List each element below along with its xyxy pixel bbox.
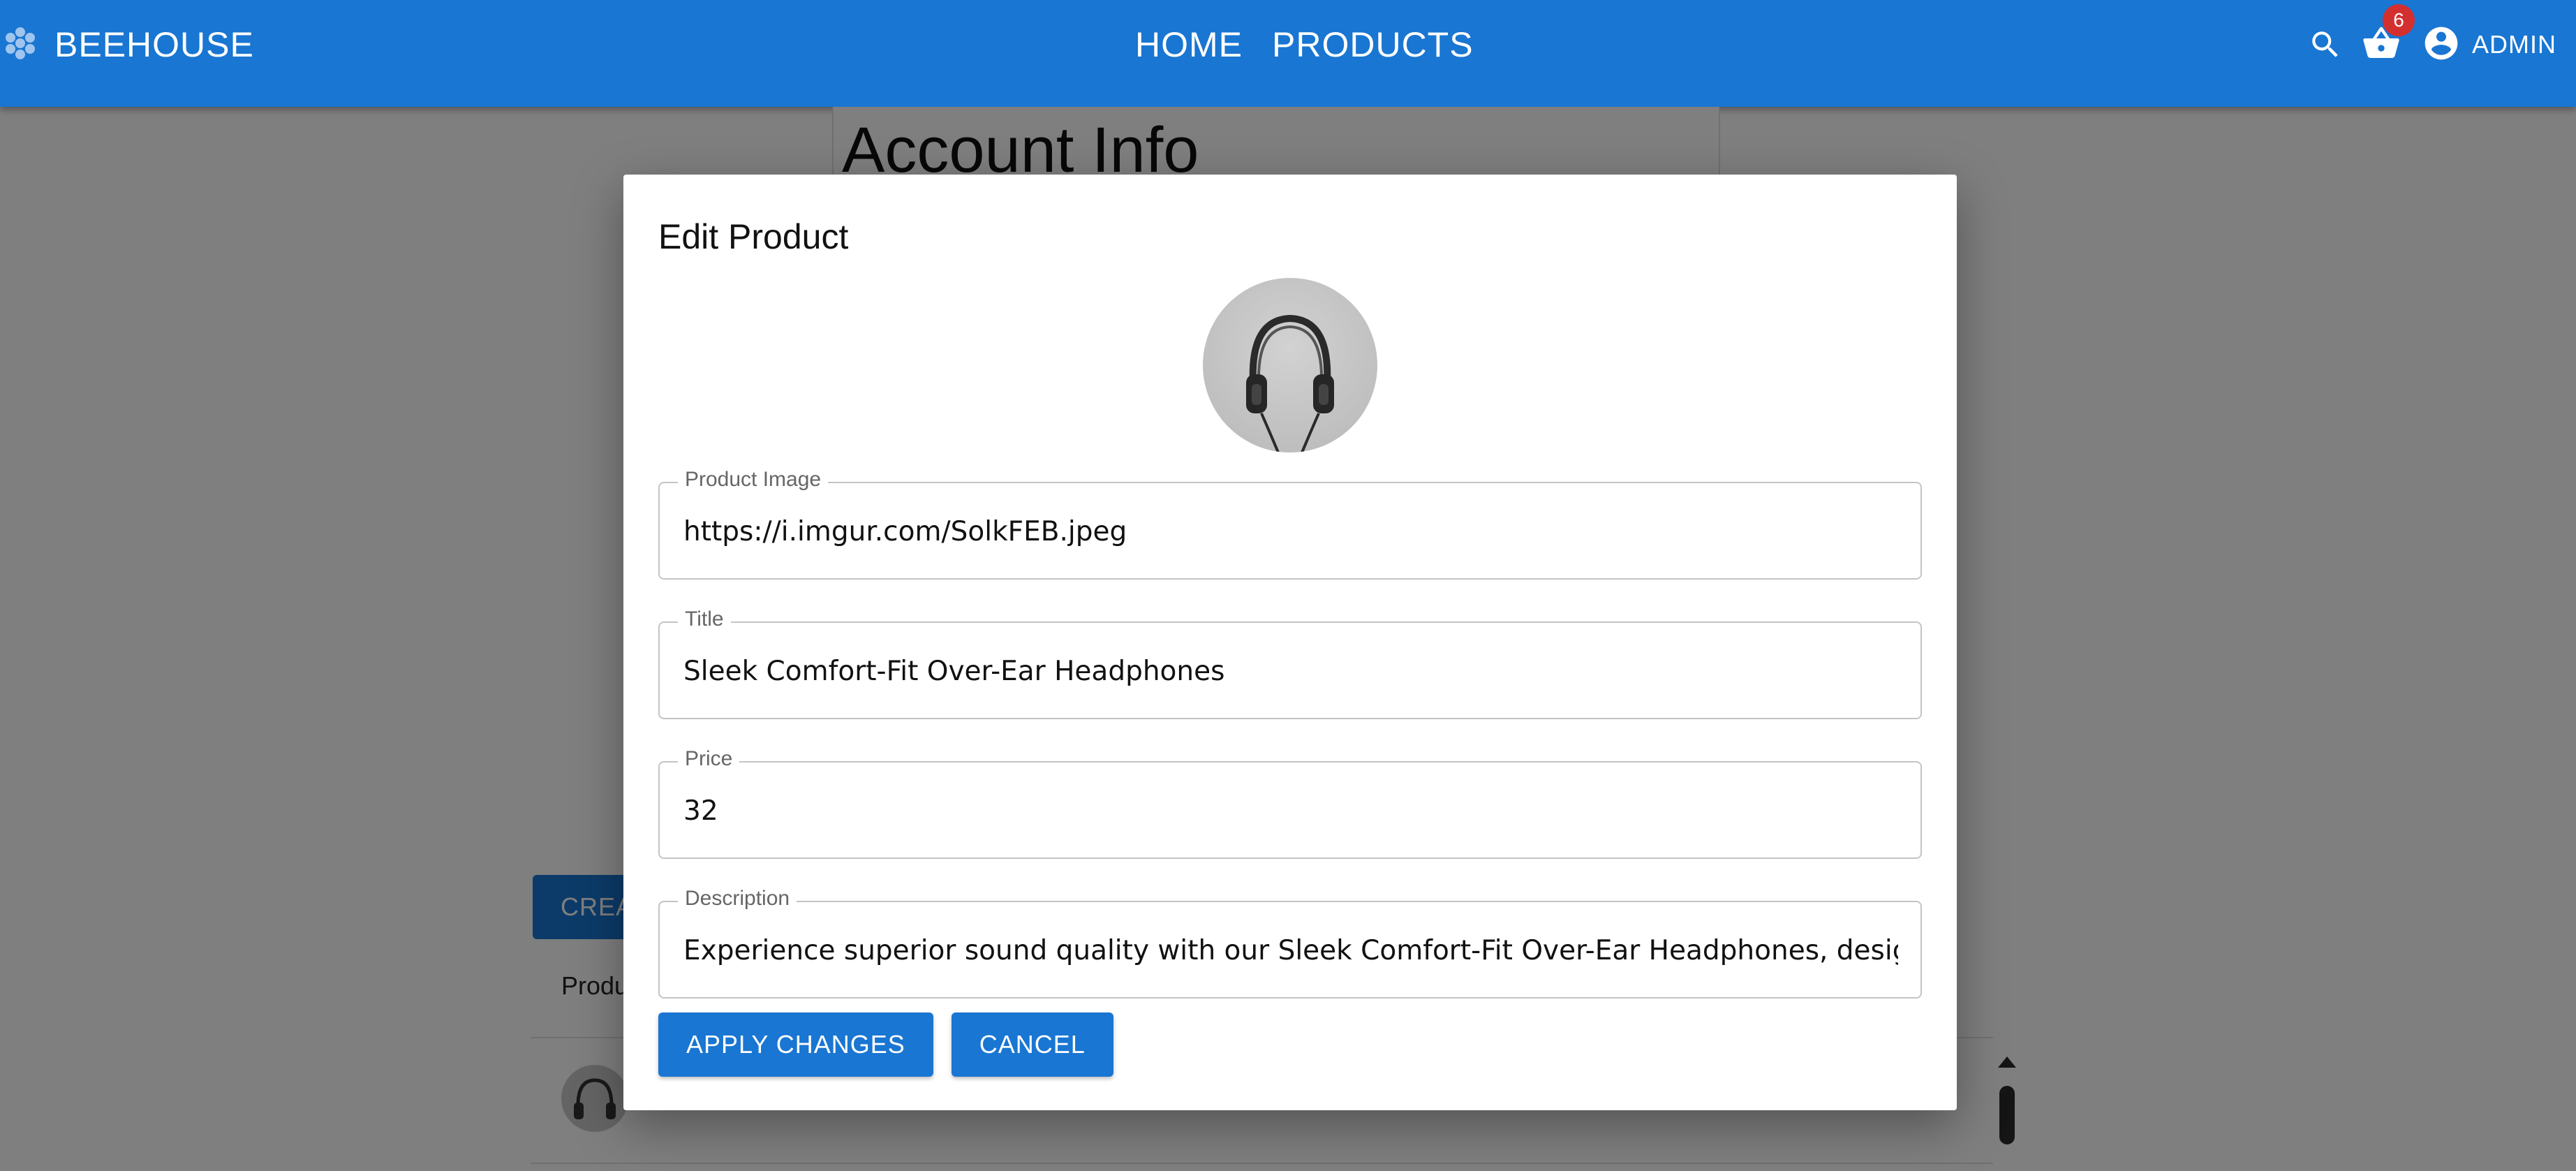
title-field: Title (658, 607, 1922, 719)
product-image-preview (1203, 278, 1377, 452)
headphones-icon (1246, 314, 1334, 452)
dialog-title: Edit Product (658, 217, 849, 256)
product-image-field: Product Image (658, 468, 1922, 580)
title-label: Title (678, 607, 731, 631)
description-label: Description (678, 887, 797, 911)
app-bar: BEEHOUSE HOME PRODUCTS 6 ADMIN (0, 0, 2576, 107)
nav-products[interactable]: PRODUCTS (1272, 24, 1474, 65)
user-label: ADMIN (2472, 30, 2556, 59)
header-actions: 6 ADMIN (2306, 0, 2556, 89)
edit-product-dialog: Edit Product Product Image Title Price D… (623, 175, 1957, 1110)
main-nav: HOME PRODUCTS (1135, 0, 1503, 89)
nav-home[interactable]: HOME (1135, 24, 1243, 65)
dialog-actions: APPLY CHANGES CANCEL (658, 1012, 1132, 1077)
account-circle-icon (2422, 24, 2461, 66)
user-menu[interactable]: ADMIN (2422, 24, 2556, 66)
product-image-label: Product Image (678, 468, 829, 492)
price-input[interactable] (683, 786, 1898, 835)
product-image-input[interactable] (683, 507, 1898, 556)
title-input[interactable] (683, 647, 1898, 695)
apply-changes-button[interactable]: APPLY CHANGES (658, 1012, 933, 1077)
cancel-button[interactable]: CANCEL (951, 1012, 1113, 1077)
brand-name: BEEHOUSE (54, 25, 254, 64)
search-icon[interactable] (2306, 25, 2345, 64)
cart-button[interactable]: 6 (2362, 4, 2415, 64)
cart-badge: 6 (2383, 4, 2415, 36)
description-field: Description (658, 887, 1922, 999)
hive-icon (0, 24, 39, 66)
brand[interactable]: BEEHOUSE (0, 0, 254, 89)
price-label: Price (678, 747, 740, 771)
price-field: Price (658, 747, 1922, 859)
description-input[interactable] (683, 926, 1898, 975)
